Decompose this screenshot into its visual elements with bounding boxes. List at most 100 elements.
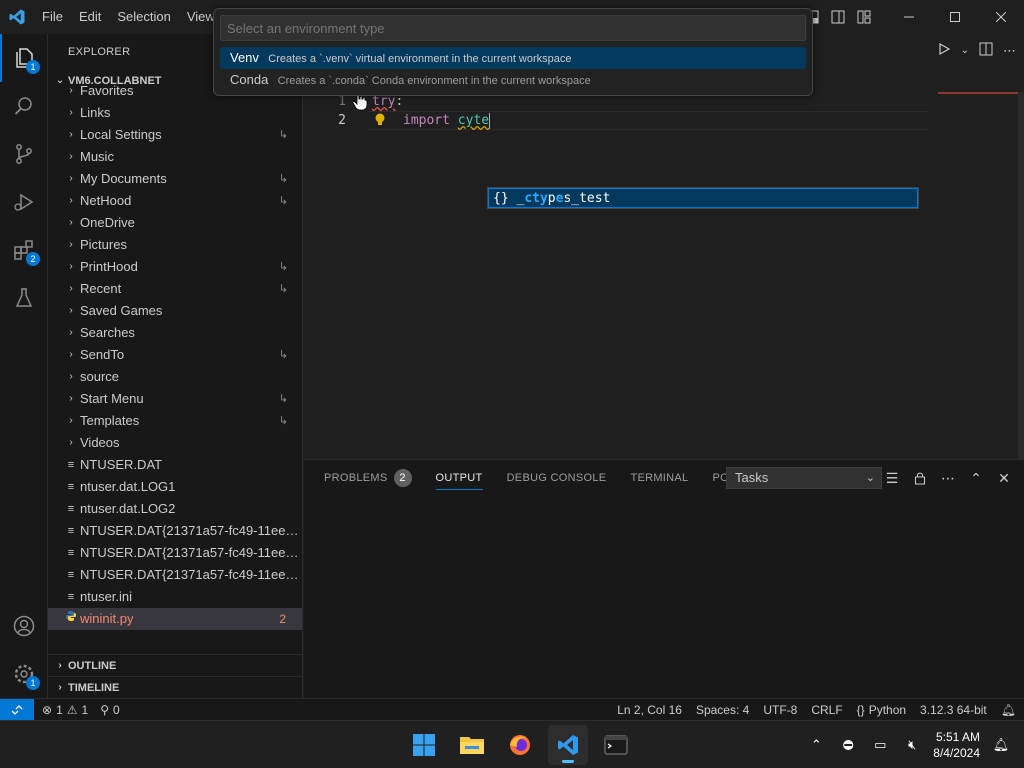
close-button[interactable] [978,0,1024,34]
volume-muted-icon[interactable]: 🔇︎ [901,734,923,756]
run-debug-icon [14,193,34,211]
clock[interactable]: 5:51 AM 8/4/2024 [933,729,980,761]
tree-folder-item[interactable]: › Local Settings ↳ [48,124,302,146]
customize-layout-icon[interactable] [854,7,874,27]
source-control-activity[interactable] [0,130,48,178]
more-actions-icon[interactable]: ⋯ [1003,43,1016,59]
start-button[interactable] [404,725,444,765]
tree-folder-item[interactable]: › Recent ↳ [48,278,302,300]
end-of-line[interactable]: CRLF [811,703,842,717]
extensions-activity[interactable]: 2 [0,226,48,274]
tab-label: TERMINAL [630,472,689,484]
menu-selection[interactable]: Selection [109,0,178,34]
suggestion-item[interactable]: {} _ctypes_test [488,188,918,208]
maximize-panel-icon[interactable]: ⌃ [968,468,984,488]
taskbar-terminal[interactable] [596,725,636,765]
language-mode[interactable]: {} Python [857,703,906,717]
tree-file-item[interactable]: ≡ NTUSER.DAT{21371a57-fc49-11ee-a... [48,564,302,586]
remote-indicator[interactable] [0,698,34,721]
taskbar-vscode[interactable] [548,725,588,765]
notifications-bell-icon[interactable]: 🔔︎ [1001,703,1016,717]
tree-folder-item[interactable]: › Start Menu ↳ [48,388,302,410]
editor-area[interactable]: ⌄ ⋯ 1 try: 2 import cyte {} _ctypes_test [304,34,1024,472]
file-lines-icon: ≡ [67,481,75,493]
taskbar-firefox[interactable] [500,725,540,765]
search-activity[interactable] [0,82,48,130]
run-file-icon[interactable] [937,42,951,59]
tree-folder-item[interactable]: › NetHood ↳ [48,190,302,212]
run-dropdown-chevron-icon[interactable]: ⌄ [961,45,969,56]
maximize-button[interactable] [932,0,978,34]
firefox-icon [510,735,530,755]
toggle-secondary-sidebar-icon[interactable] [828,7,848,27]
tree-folder-item[interactable]: › Pictures [48,234,302,256]
code-view[interactable]: 1 try: 2 import cyte {} _ctypes_test [304,90,1024,209]
tree-item-label: OneDrive [80,215,135,230]
tree-file-item[interactable]: ≡ ntuser.ini [48,586,302,608]
quick-pick-label: Venv [230,50,259,65]
notifications-bell-icon[interactable]: 🔔︎ [990,734,1012,756]
chevron-right-icon: › [69,305,73,316]
source-control-icon [16,144,32,164]
tree-file-item[interactable]: wininit.py 2 [48,608,302,630]
tree-folder-item[interactable]: › source [48,366,302,388]
network-disconnected-icon[interactable]: ⛔︎ [837,734,859,756]
display-icon[interactable]: ▭ [869,734,891,756]
output-channel-select[interactable]: Tasks ⌄ [726,467,882,489]
explorer-activity[interactable]: 1 [0,34,48,82]
indentation[interactable]: Spaces: 4 [696,703,749,717]
tree-folder-item[interactable]: › My Documents ↳ [48,168,302,190]
tree-item-label: Music [80,149,114,164]
show-hidden-icons-chevron-icon[interactable]: ⌃ [805,734,827,756]
tab-problems[interactable]: PROBLEMS 2 [324,460,412,496]
python-interpreter[interactable]: 3.12.3 64-bit [920,703,987,717]
tree-folder-item[interactable]: › OneDrive [48,212,302,234]
taskbar-file-explorer[interactable] [452,725,492,765]
tab-debug-console[interactable]: DEBUG CONSOLE [507,460,607,496]
tree-folder-item[interactable]: › Templates ↳ [48,410,302,432]
tab-terminal[interactable]: TERMINAL [630,460,688,496]
tree-folder-item[interactable]: › PrintHood ↳ [48,256,302,278]
cursor-position[interactable]: Ln 2, Col 16 [617,703,682,717]
lightbulb-icon[interactable] [374,112,386,134]
more-actions-icon[interactable]: ⋯ [940,468,956,488]
quick-pick-input[interactable] [220,15,806,41]
tree-file-item[interactable]: ≡ NTUSER.DAT{21371a57-fc49-11ee-a... [48,520,302,542]
tree-file-item[interactable]: ≡ NTUSER.DAT [48,454,302,476]
tree-folder-item[interactable]: › Saved Games [48,300,302,322]
manage-activity[interactable]: 1 [0,650,48,698]
outline-section-header[interactable]: › OUTLINE [48,654,302,676]
tree-item-label: NTUSER.DAT{21371a57-fc49-11ee-a... [80,523,300,538]
quick-pick-item-conda[interactable]: Conda Creates a `.conda` Conda environme… [220,69,806,91]
accounts-activity[interactable] [0,602,48,650]
ports-status[interactable]: ⚲ 0 [100,703,119,717]
split-editor-icon[interactable] [979,42,993,59]
problems-status[interactable]: ⊗ 1 ⚠ 1 [42,703,88,717]
minimize-button[interactable] [886,0,932,34]
tree-folder-item[interactable]: › Videos [48,432,302,454]
editor-scrollbar[interactable] [1018,92,1024,472]
tree-file-item[interactable]: ≡ ntuser.dat.LOG1 [48,476,302,498]
menu-edit[interactable]: Edit [71,0,109,34]
quick-pick-item-venv[interactable]: Venv Creates a `.venv` virtual environme… [220,47,806,69]
close-panel-icon[interactable]: ✕ [996,468,1012,488]
bottom-panel: PROBLEMS 2 OUTPUT DEBUG CONSOLE TERMINAL … [304,459,1024,698]
testing-activity[interactable] [0,274,48,322]
taskbar-apps [404,721,636,768]
clear-output-icon[interactable]: ☰ [884,468,900,488]
encoding[interactable]: UTF-8 [763,703,797,717]
tab-output[interactable]: OUTPUT [435,460,483,496]
lock-icon[interactable] [912,468,928,488]
menu-file[interactable]: File [34,0,71,34]
tree-item-label: My Documents [80,171,167,186]
tree-file-item[interactable]: ≡ ntuser.dat.LOG2 [48,498,302,520]
warning-icon: ⚠ [66,702,78,717]
tree-folder-item[interactable]: › Music [48,146,302,168]
timeline-section-header[interactable]: › TIMELINE [48,676,302,698]
tree-folder-item[interactable]: › Links [48,102,302,124]
tree-file-item[interactable]: ≡ NTUSER.DAT{21371a57-fc49-11ee-a... [48,542,302,564]
chevron-right-icon: › [69,349,73,360]
tree-folder-item[interactable]: › Searches [48,322,302,344]
run-debug-activity[interactable] [0,178,48,226]
tree-folder-item[interactable]: › SendTo ↳ [48,344,302,366]
